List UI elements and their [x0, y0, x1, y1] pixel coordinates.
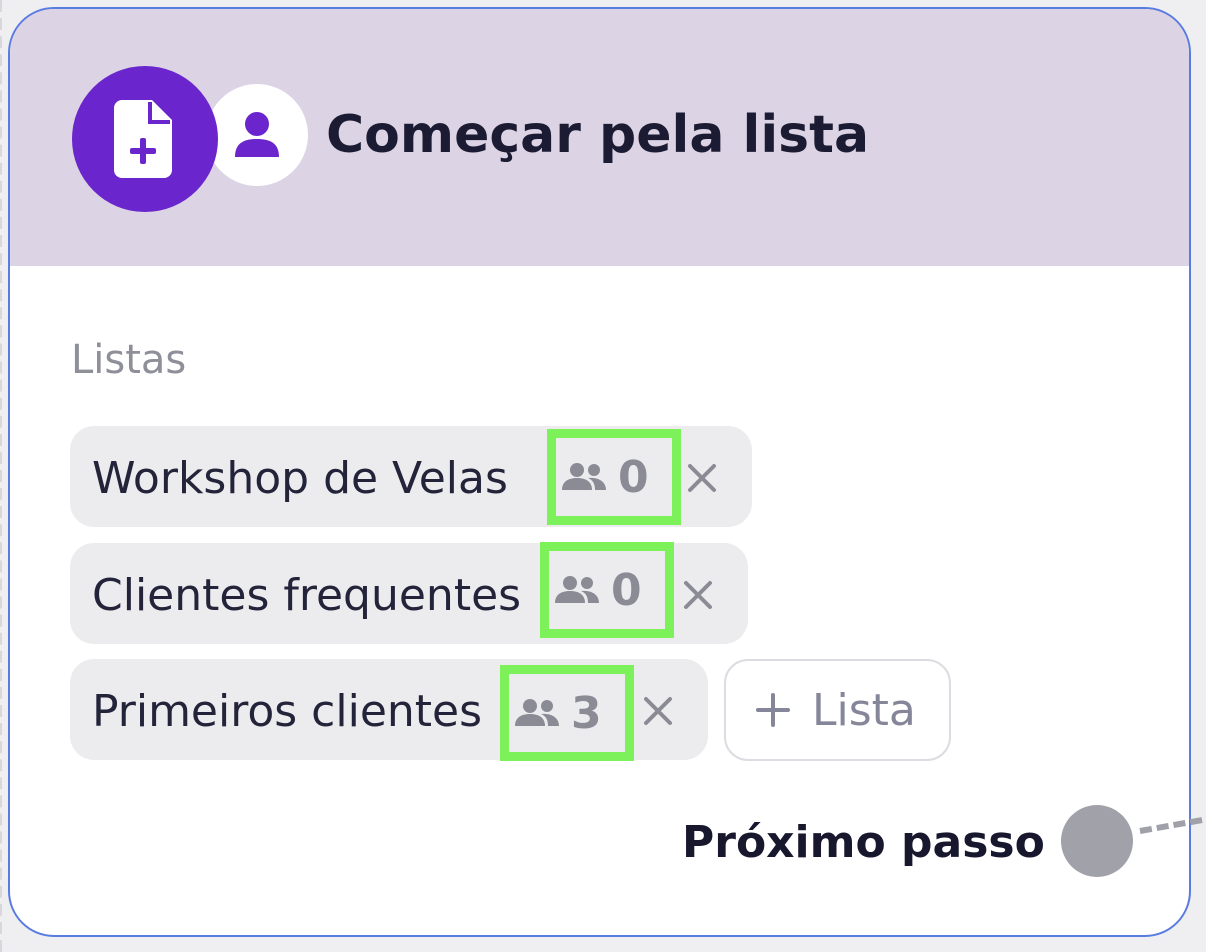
plus-icon — [756, 693, 790, 727]
list-chip[interactable]: Primeiros clientes 3 — [70, 659, 708, 761]
people-icon — [562, 463, 606, 490]
list-chip-name: Workshop de Velas — [92, 453, 508, 504]
add-list-label: Lista — [812, 684, 916, 736]
connector-line-left — [0, 0, 2, 952]
lists-label: Listas — [71, 337, 187, 383]
document-add-icon — [72, 66, 218, 212]
user-icon — [206, 84, 308, 186]
close-icon — [684, 581, 712, 609]
remove-list-button[interactable] — [638, 689, 678, 733]
remove-list-button[interactable] — [682, 456, 722, 500]
next-step-label: Próximo passo — [682, 817, 1045, 868]
member-count: 0 — [618, 451, 649, 503]
people-icon — [555, 576, 599, 603]
next-step-connector[interactable] — [1061, 805, 1133, 877]
people-icon — [515, 699, 559, 726]
flow-canvas: Começar pela lista Listas Workshop de Ve… — [0, 0, 1206, 952]
list-chip[interactable]: Clientes frequentes 0 — [70, 542, 748, 644]
close-icon — [688, 464, 716, 492]
member-count-badge: 0 — [540, 542, 674, 638]
member-count-badge: 0 — [547, 429, 681, 525]
member-count-badge: 3 — [500, 665, 634, 761]
step-card[interactable]: Começar pela lista Listas Workshop de Ve… — [8, 7, 1191, 937]
member-count: 3 — [571, 687, 602, 739]
list-chip-name: Clientes frequentes — [92, 570, 522, 621]
remove-list-button[interactable] — [678, 573, 718, 617]
list-chip[interactable]: Workshop de Velas 0 — [70, 426, 752, 527]
member-count: 0 — [611, 564, 642, 616]
card-title: Começar pela lista — [326, 105, 870, 165]
card-header: Começar pela lista — [10, 9, 1189, 266]
add-list-button[interactable]: Lista — [724, 659, 951, 761]
list-chip-name: Primeiros clientes — [92, 686, 483, 737]
close-icon — [644, 697, 672, 725]
